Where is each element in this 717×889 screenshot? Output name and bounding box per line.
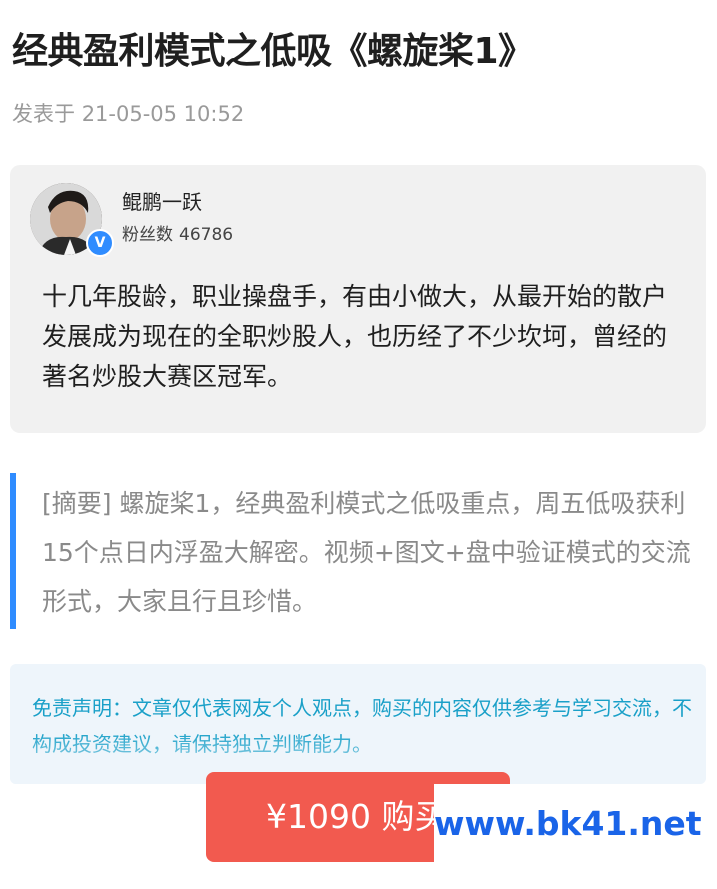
article-title: 经典盈利模式之低吸《螺旋桨1》 [12, 31, 534, 72]
buy-price: ¥1090 [266, 797, 371, 836]
publish-time: 21-05-05 10:52 [81, 102, 245, 126]
site-watermark: www.bk41.net [434, 784, 702, 864]
fans-value: 46786 [179, 225, 234, 245]
disclaimer-box: 免责声明：文章仅代表网友个人观点，购买的内容仅供参考与学习交流，不构成投资建议，… [10, 664, 706, 784]
verified-badge-icon: V [86, 229, 114, 257]
publish-info: 发表于 21-05-05 10:52 [12, 100, 244, 128]
summary-text: [摘要] 螺旋桨1，经典盈利模式之低吸重点，周五低吸获利15个点日内浮盈大解密。… [42, 489, 691, 616]
author-name[interactable]: 鲲鹏一跃 [122, 189, 202, 215]
fans-label: 粉丝数 [122, 225, 173, 245]
fans-count: 粉丝数 46786 [122, 223, 239, 247]
article-summary: [摘要] 螺旋桨1，经典盈利模式之低吸重点，周五低吸获利15个点日内浮盈大解密。… [10, 473, 712, 629]
author-bio: 十几年股龄，职业操盘手，有由小做大，从最开始的散户发展成为现在的全职炒股人，也历… [42, 282, 668, 391]
author-card[interactable]: V 鲲鹏一跃 粉丝数 46786 十几年股龄，职业操盘手，有由小做大，从最开始的散… [10, 165, 706, 433]
publish-prefix: 发表于 [12, 102, 75, 126]
